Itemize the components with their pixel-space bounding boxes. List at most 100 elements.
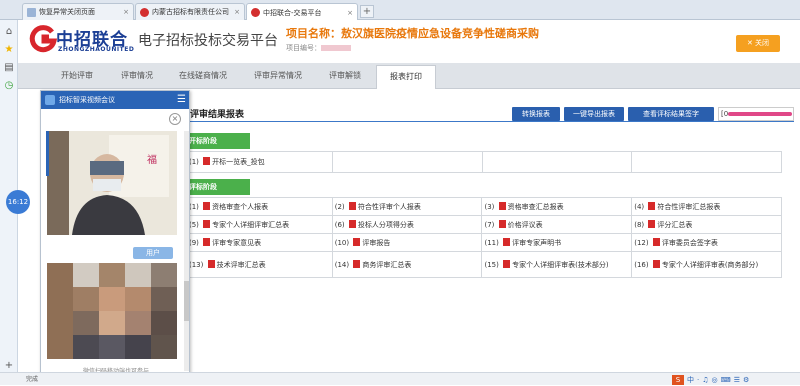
close-icon[interactable]: × xyxy=(347,9,353,17)
report-cell[interactable]: (8) 评分汇总表 xyxy=(631,215,782,234)
browser-tab-inner-mongolia[interactable]: 内蒙古招标有限责任公司 × xyxy=(135,3,245,20)
report-cell[interactable]: (7) 价格评议表 xyxy=(481,215,633,234)
main-nav: 开始评审 评审情况 在线磋商情况 评审异常情况 评审解锁 报表打印 xyxy=(18,63,800,90)
active-indicator xyxy=(46,131,49,176)
export-all-button[interactable]: 一键导出报表 xyxy=(564,107,624,121)
tab-online-negotiation[interactable]: 在线磋商情况 xyxy=(168,63,238,89)
pdf-icon xyxy=(207,259,215,268)
menu-icon[interactable]: ☰ xyxy=(177,91,186,109)
floating-clock[interactable]: 16:12 xyxy=(6,190,30,214)
pdf-icon xyxy=(353,259,361,268)
report-cell[interactable]: (3) 资格审查汇总报表 xyxy=(481,197,633,216)
emoji-icon[interactable]: ◎ xyxy=(712,376,718,384)
close-button[interactable]: ✕ 关闭 xyxy=(736,35,780,52)
view-signature-button[interactable]: 查看评标结果签字 xyxy=(628,107,714,121)
table-row: (5) 专家个人详细评审汇总表 (6) 投标人分项得分表 (7) 价格评议表 (… xyxy=(186,215,782,234)
report-cell[interactable]: (16) 专家个人详细评审表(商务部分) xyxy=(631,251,782,278)
close-icon[interactable]: × xyxy=(234,8,240,16)
star-icon[interactable]: ★ xyxy=(3,44,15,56)
punctuation-icon[interactable]: · xyxy=(697,376,699,384)
user-chip[interactable]: 用户 xyxy=(133,247,173,259)
convert-report-button[interactable]: 转换报表 xyxy=(512,107,560,121)
report-cell[interactable]: (2) 符合性评审个人报表 xyxy=(331,197,483,216)
tab-title: 内蒙古招标有限责任公司 xyxy=(152,8,229,16)
pdf-icon xyxy=(203,219,211,228)
tab-review-status[interactable]: 评审情况 xyxy=(108,63,166,89)
home-icon[interactable]: ⌂ xyxy=(3,26,15,38)
pdf-icon xyxy=(648,219,656,228)
pdf-icon xyxy=(498,219,506,228)
report-cell[interactable]: (14) 商务评审汇总表 xyxy=(331,251,483,278)
signature-field: [0 xyxy=(718,107,794,121)
status-bar: 完成 S 中 · ♫ ◎ ⌨ ☰ ⚙ xyxy=(0,372,800,385)
report-cell[interactable]: (1) 资格审查个人报表 xyxy=(186,197,333,216)
sogou-icon[interactable]: S xyxy=(672,374,684,385)
pdf-icon xyxy=(652,259,660,268)
pdf-icon xyxy=(203,237,211,246)
browser-tab-recover[interactable]: 恢复异常关闭页面 × xyxy=(22,3,134,20)
report-cell[interactable]: (10) 评审报告 xyxy=(331,233,483,252)
browser-tab-platform[interactable]: 中招联合-交易平台 × xyxy=(246,3,358,21)
list-icon[interactable]: ▤ xyxy=(3,62,15,74)
browser-tab-strip: 恢复异常关闭页面 × 内蒙古招标有限责任公司 × 中招联合-交易平台 × + xyxy=(0,0,800,21)
video-icon xyxy=(45,95,55,105)
logo-g-icon xyxy=(29,25,58,53)
pdf-icon xyxy=(498,201,506,210)
stage-label-opening: 开标阶段 xyxy=(186,133,250,149)
site-header: 中招联合 ZHONGZHAOUNITED 电子招标投标交易平台 项目名称：敖汉旗… xyxy=(18,20,800,63)
tab-review-exceptions[interactable]: 评审异常情况 xyxy=(242,63,314,89)
report-cell[interactable]: (15) 专家个人详细评审表(技术部分) xyxy=(481,251,633,278)
report-cell[interactable]: (4) 符合性评审汇总报表 xyxy=(631,197,782,216)
project-number: 项目编号： xyxy=(286,43,351,53)
project-name: 项目名称：敖汉旗医院疫情应急设备竞争性磋商采购 xyxy=(286,27,539,40)
tab-start-review[interactable]: 开始评审 xyxy=(48,63,106,89)
stage-label-review: 评标阶段 xyxy=(186,179,250,195)
banner-text: 福 xyxy=(147,155,157,166)
pdf-icon xyxy=(348,201,356,210)
report-cell[interactable]: (9) 评审专家意见表 xyxy=(186,233,333,252)
popup-header: 招标智采视频会议 ☰ xyxy=(41,91,189,109)
ime-chinese-icon[interactable]: 中 xyxy=(687,375,694,385)
tab-review-unlock[interactable]: 评审解锁 xyxy=(316,63,374,89)
video-feed-1: 福 xyxy=(47,131,177,235)
report-cell[interactable]: (12) 评审委员会签字表 xyxy=(631,233,782,252)
popup-scrollbar[interactable] xyxy=(184,131,189,371)
add-icon[interactable]: + xyxy=(3,360,15,372)
table-row: (9) 评审专家意见表 (10) 评审报告 (11) 评审专家声明书 (12) … xyxy=(186,233,782,252)
keyboard-icon[interactable]: ⌨ xyxy=(721,376,731,384)
opening-table: (1) 开标一览表_投包 xyxy=(186,151,782,173)
video-popup: 招标智采视频会议 ☰ × 福 用户 xyxy=(40,90,190,380)
page-icon xyxy=(27,7,36,17)
system-title: 电子招标投标交易平台 xyxy=(138,33,278,49)
report-cell[interactable]: (5) 专家个人详细评审汇总表 xyxy=(186,215,333,234)
logo-subtext: ZHONGZHAOUNITED xyxy=(58,46,135,53)
report-cell[interactable]: (6) 投标人分项得分表 xyxy=(331,215,483,234)
tab-title: 恢复异常关闭页面 xyxy=(39,8,95,16)
favicon-icon xyxy=(140,7,149,17)
pdf-icon xyxy=(353,237,361,246)
popup-title: 招标智采视频会议 xyxy=(59,96,115,104)
new-tab-button[interactable]: + xyxy=(360,5,374,18)
pdf-icon xyxy=(348,219,356,228)
report-cell[interactable]: (11) 评审专家声明书 xyxy=(481,233,633,252)
toolbox-icon[interactable]: ☰ xyxy=(734,376,740,384)
settings-icon[interactable]: ⚙ xyxy=(743,376,749,384)
voice-icon[interactable]: ♫ xyxy=(702,376,708,384)
video-feed-2 xyxy=(47,263,177,359)
report-cell[interactable]: (1) 开标一览表_投包 xyxy=(186,151,333,173)
person-image xyxy=(47,131,177,235)
pdf-icon xyxy=(648,201,656,210)
favicon-icon xyxy=(251,8,260,17)
close-icon: ✕ xyxy=(746,39,756,47)
pdf-icon xyxy=(652,237,660,246)
pdf-icon xyxy=(203,157,211,165)
history-icon[interactable]: ◷ xyxy=(3,80,15,92)
close-icon[interactable]: × xyxy=(169,113,181,125)
pdf-icon xyxy=(503,237,511,246)
table-row: (1) 资格审查个人报表 (2) 符合性评审个人报表 (3) 资格审查汇总报表 … xyxy=(186,197,782,216)
report-cell[interactable]: (13) 技术评审汇总表 xyxy=(186,251,333,278)
close-icon[interactable]: × xyxy=(123,8,129,16)
review-table: (1) 资格审查个人报表 (2) 符合性评审个人报表 (3) 资格审查汇总报表 … xyxy=(186,197,782,278)
pdf-icon xyxy=(503,259,511,268)
tab-report-print[interactable]: 报表打印 xyxy=(376,65,436,90)
